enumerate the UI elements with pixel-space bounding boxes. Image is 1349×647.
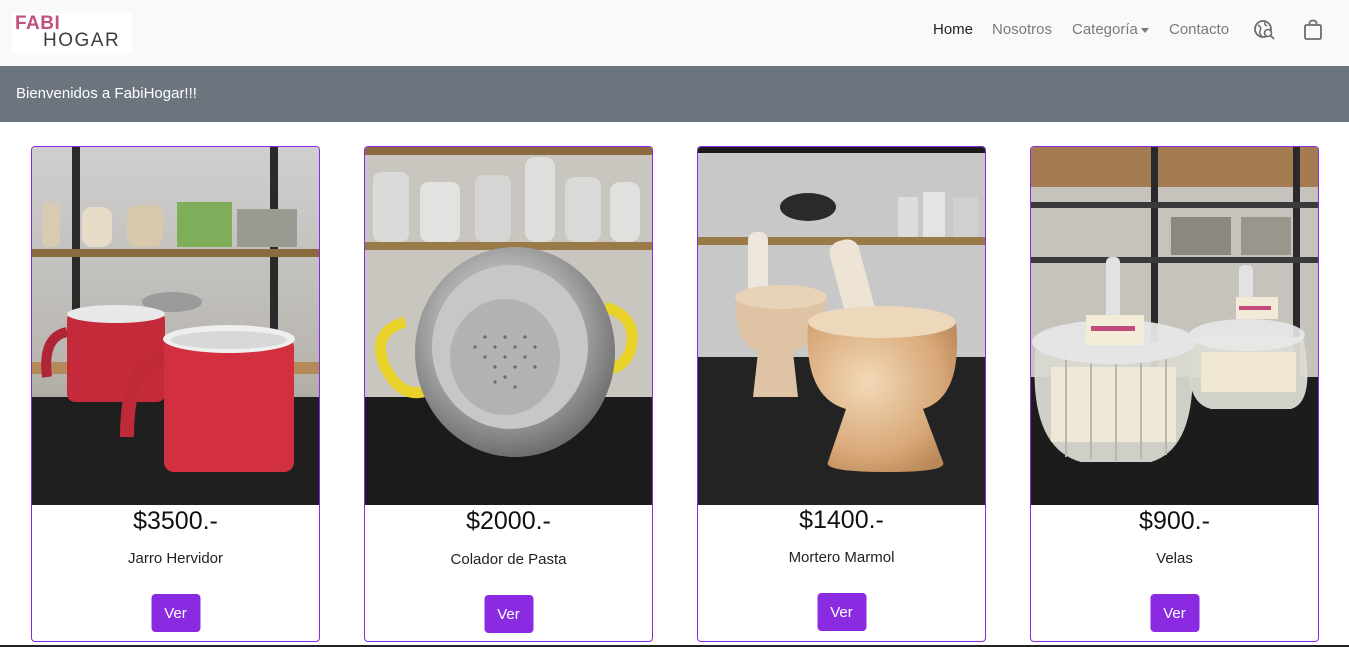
product-name: Mortero Marmol [788,549,895,566]
product-price: $900.- [1139,507,1210,535]
navbar: FABI HOGAR Home Nosotros Categoría Conta… [0,0,1349,66]
product-name: Colador de Pasta [450,551,567,568]
globe-search-icon[interactable] [1253,18,1277,42]
product-price: $1400.- [799,506,884,534]
view-product-button[interactable]: Ver [817,593,866,631]
product-card: $3500.- Jarro Hervidor Ver [31,146,320,642]
product-price: $3500.- [133,507,218,535]
product-image [698,147,985,505]
product-name: Velas [1156,550,1193,567]
product-name: Jarro Hervidor [127,550,224,567]
welcome-banner: Bienvenidos a FabiHogar!!! [0,66,1349,122]
view-product-button[interactable]: Ver [484,595,533,633]
brand-line2: HOGAR [43,30,121,51]
nav-nosotros[interactable]: Nosotros [992,21,1052,38]
product-price: $2000.- [466,507,551,535]
shopping-bag-icon[interactable] [1301,18,1325,42]
view-product-button[interactable]: Ver [1150,594,1199,632]
product-card: $900.- Velas Ver [1030,146,1319,642]
nav-contacto[interactable]: Contacto [1169,21,1229,38]
caret-down-icon [1140,27,1149,33]
nav-home[interactable]: Home [933,21,973,38]
nav-categoria-dropdown[interactable]: Categoría [1072,21,1149,38]
welcome-text: Bienvenidos a FabiHogar!!! [16,85,197,102]
brand-logo[interactable]: FABI HOGAR [12,13,132,53]
product-card: $2000.- Colador de Pasta Ver [364,146,653,642]
product-image [32,147,319,505]
nav-categoria-label: Categoría [1072,21,1138,38]
view-product-button[interactable]: Ver [151,594,200,632]
product-image [365,147,652,505]
product-card: $1400.- Mortero Marmol Ver [697,146,986,642]
product-image [1031,147,1318,505]
